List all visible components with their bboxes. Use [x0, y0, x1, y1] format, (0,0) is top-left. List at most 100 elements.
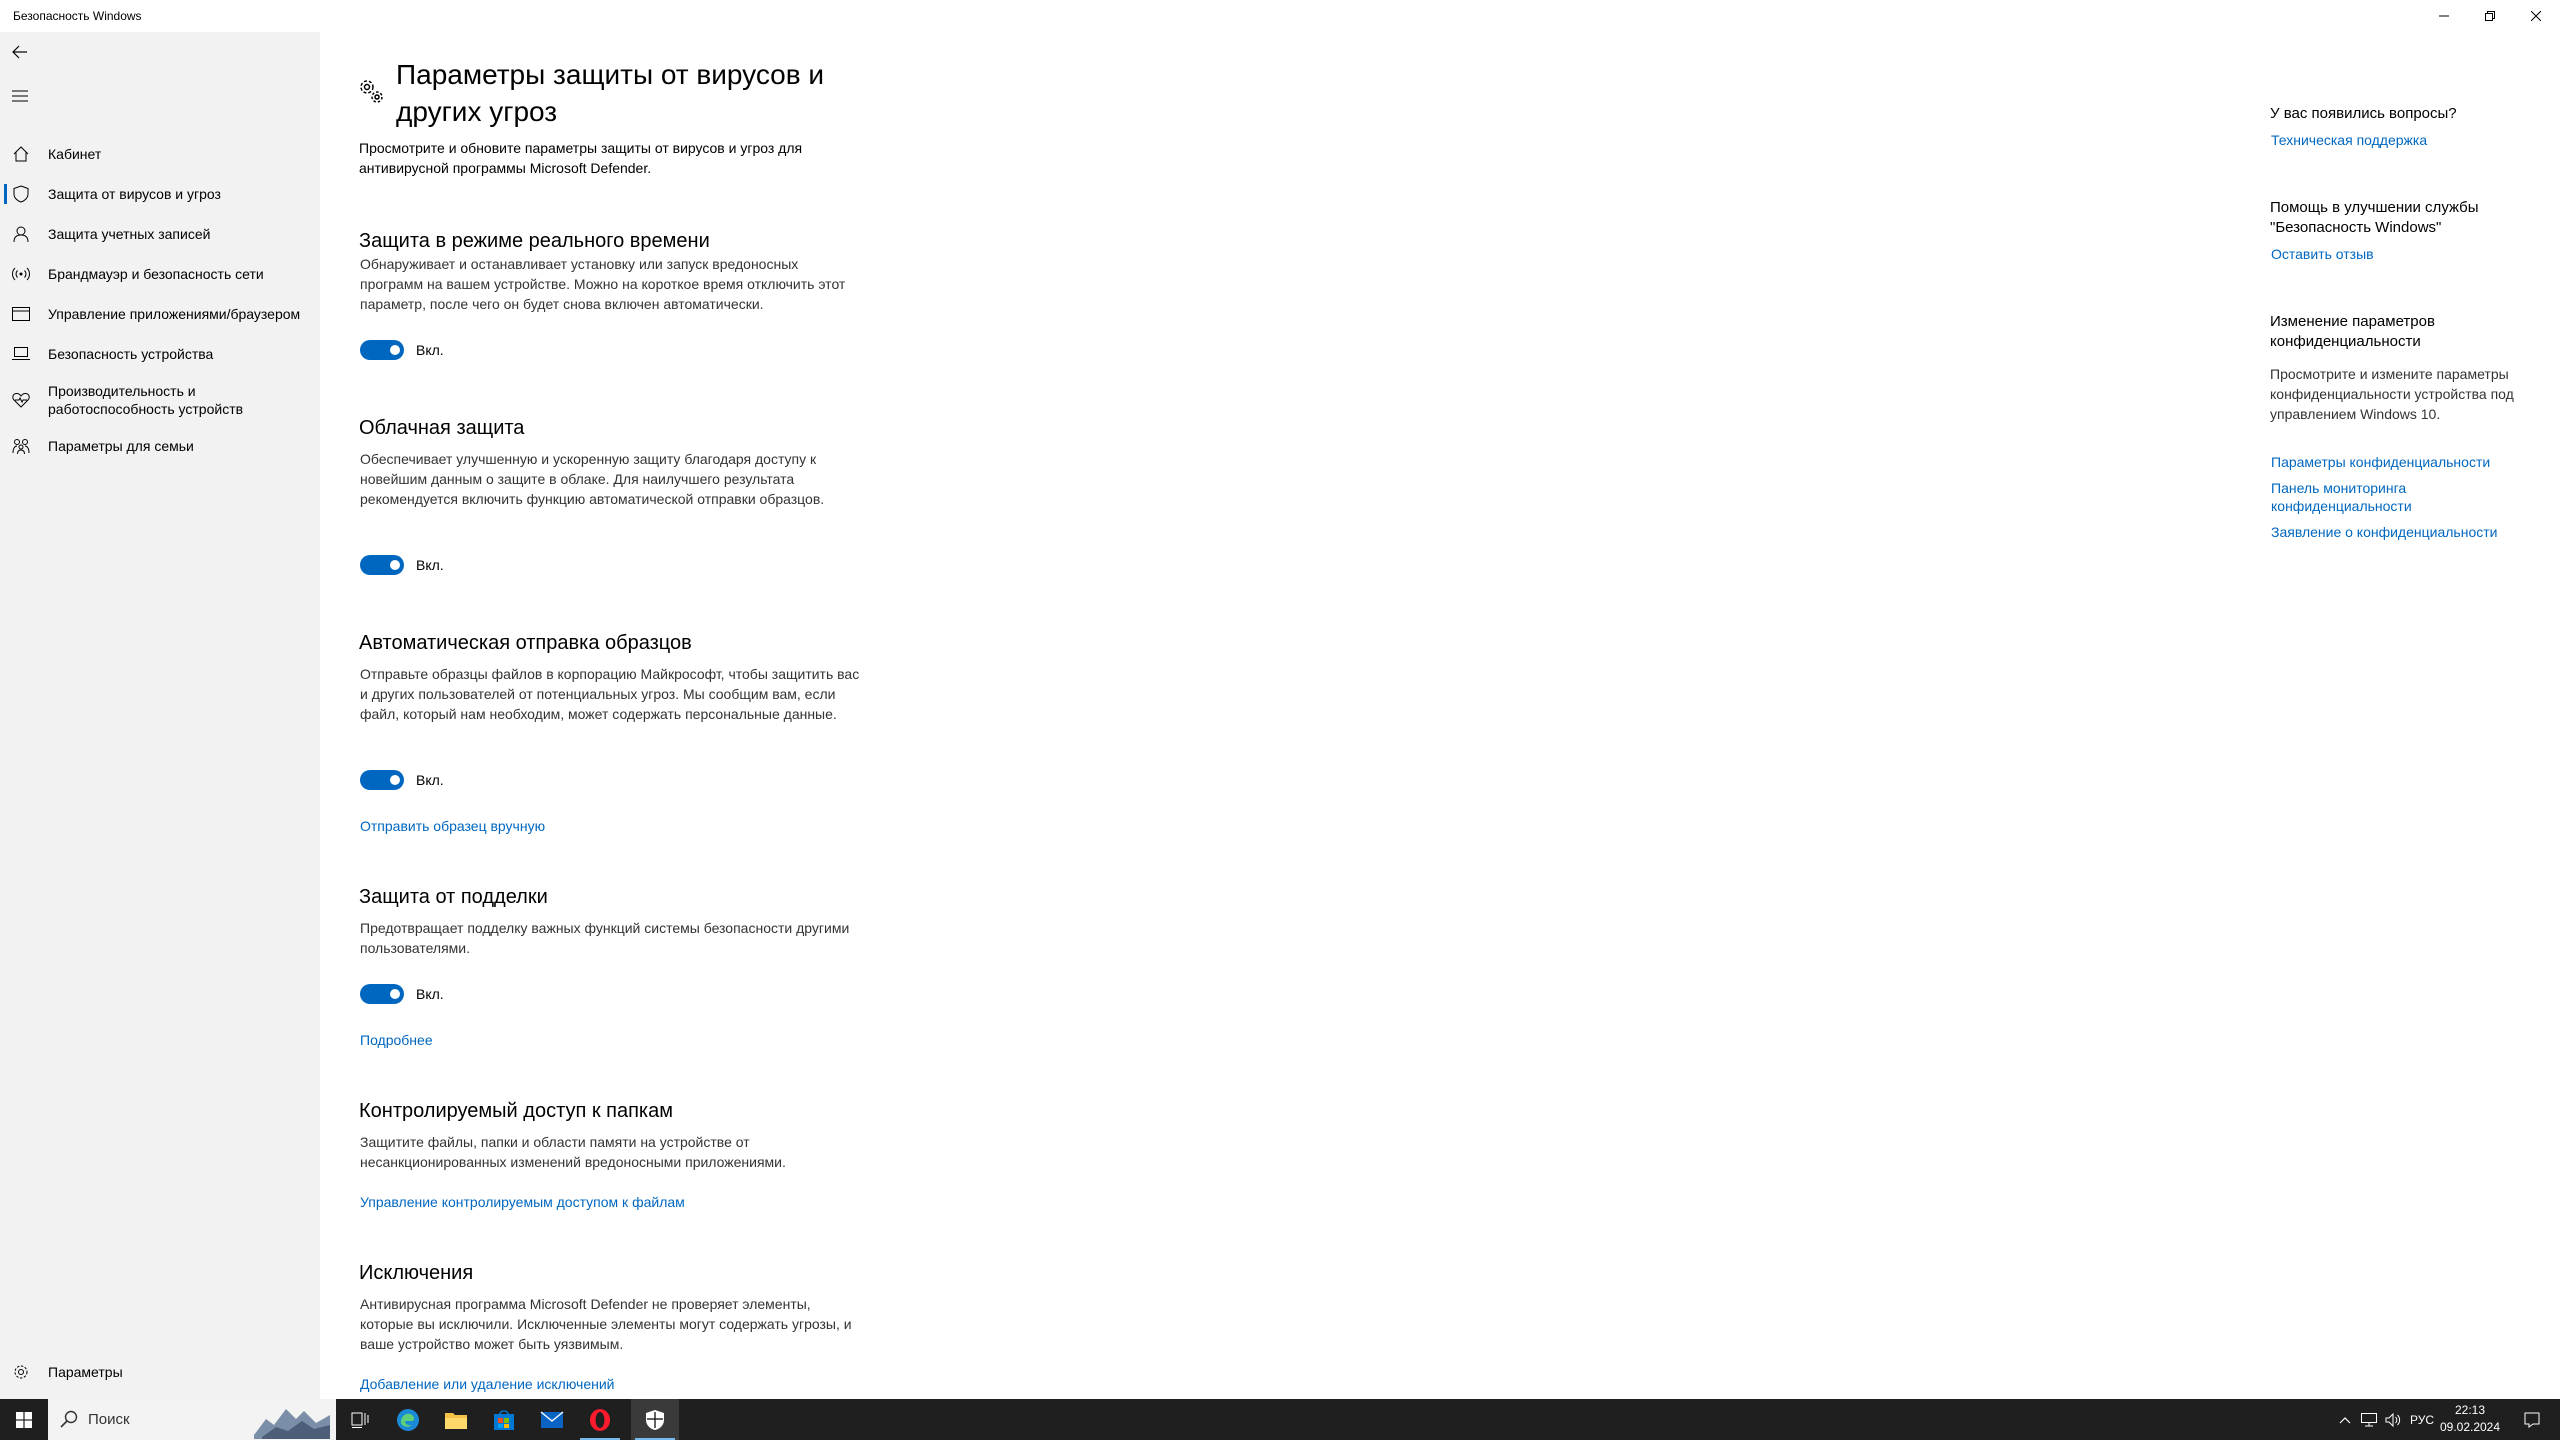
sidebar-item-label: Параметры — [48, 1364, 123, 1380]
privacy-settings-link[interactable]: Параметры конфиденциальности — [2271, 453, 2521, 471]
clock[interactable]: 22:13 09.02.2024 — [2430, 1402, 2510, 1436]
title-bar: Безопасность Windows — [0, 0, 2560, 32]
toggle-state-label: Вкл. — [416, 342, 444, 358]
tamper-protection-toggle[interactable] — [360, 984, 404, 1004]
file-explorer-icon — [445, 1412, 467, 1429]
main-content: Параметры защиты от вирусов и других угр… — [320, 32, 2220, 1399]
sample-submission-toggle[interactable] — [360, 770, 404, 790]
section-title-tamper-protection: Защита от подделки — [359, 886, 548, 908]
file-explorer-taskbar-button[interactable] — [432, 1399, 480, 1440]
active-indicator — [4, 184, 7, 204]
sidebar-item-family[interactable]: Параметры для семьи — [0, 426, 320, 466]
notification-center-button[interactable] — [2512, 1399, 2552, 1440]
back-button[interactable] — [0, 32, 40, 72]
sidebar-item-label: Параметры для семьи — [48, 438, 194, 454]
toggle-knob — [390, 989, 400, 999]
task-view-button[interactable] — [336, 1399, 384, 1440]
section-title-realtime: Защита в режиме реального времени — [359, 230, 710, 252]
sidebar-item-device-security[interactable]: Безопасность устройства — [0, 334, 320, 374]
close-button[interactable] — [2512, 0, 2560, 32]
sidebar-item-home[interactable]: Кабинет — [0, 134, 320, 174]
store-taskbar-button[interactable] — [480, 1399, 528, 1440]
feedback-link[interactable]: Оставить отзыв — [2271, 245, 2521, 263]
sidebar-item-virus-protection[interactable]: Защита от вирусов и угроз — [0, 174, 320, 214]
questions-heading: У вас появились вопросы? — [2270, 105, 2457, 122]
sidebar-item-settings[interactable]: Параметры — [0, 1352, 320, 1392]
laptop-icon — [12, 345, 30, 363]
sidebar-item-account-protection[interactable]: Защита учетных записей — [0, 214, 320, 254]
section-title-folder-access: Контролируемый доступ к папкам — [359, 1100, 673, 1122]
taskbar-search-box[interactable]: Поиск — [48, 1399, 336, 1440]
network-icon — [2361, 1412, 2377, 1426]
menu-button[interactable] — [0, 76, 40, 116]
learn-more-link[interactable]: Подробнее — [360, 1030, 433, 1050]
gear-icon — [12, 1363, 30, 1381]
start-button[interactable] — [0, 1399, 48, 1440]
windows-logo-icon — [16, 1411, 32, 1428]
section-description: Защитите файлы, папки и области памяти н… — [360, 1134, 786, 1170]
clock-date: 09.02.2024 — [2439, 1420, 2501, 1434]
minimize-icon — [2439, 15, 2449, 17]
tech-support-link[interactable]: Техническая поддержка — [2271, 131, 2521, 149]
minimize-button[interactable] — [2420, 0, 2468, 32]
edge-icon — [397, 1408, 419, 1431]
sidebar-item-app-browser[interactable]: Управление приложениями/браузером — [0, 294, 320, 334]
edge-taskbar-button[interactable] — [384, 1399, 432, 1440]
toggle-state-label: Вкл. — [416, 986, 444, 1002]
back-arrow-icon — [12, 45, 27, 59]
privacy-heading: Изменение параметров конфиденциальности — [2270, 313, 2435, 350]
chevron-up-icon — [2339, 1416, 2351, 1423]
app-browser-icon — [12, 305, 30, 323]
close-icon — [2531, 11, 2541, 21]
section-title-sample-submission: Автоматическая отправка образцов — [359, 632, 692, 654]
toggle-knob — [390, 560, 400, 570]
windows-security-icon — [646, 1409, 664, 1430]
opera-icon — [590, 1408, 610, 1431]
search-highlight-illustration-icon — [254, 1409, 330, 1439]
shield-icon — [12, 185, 30, 203]
notification-icon — [2524, 1412, 2540, 1428]
home-icon — [12, 145, 30, 163]
heart-icon — [12, 391, 30, 409]
sidebar-item-label: Производительность и работоспособность у… — [48, 383, 244, 417]
privacy-description: Просмотрите и измените параметры конфиде… — [2270, 366, 2514, 422]
store-icon — [494, 1409, 514, 1430]
opera-taskbar-button[interactable] — [576, 1399, 624, 1440]
tray-overflow-button[interactable] — [2334, 1399, 2356, 1440]
add-remove-exclusions-link[interactable]: Добавление или удаление исключений — [360, 1374, 615, 1394]
network-tray-button[interactable] — [2358, 1399, 2380, 1440]
windows-security-taskbar-button[interactable] — [631, 1399, 679, 1440]
task-view-icon — [351, 1412, 369, 1428]
restore-button[interactable] — [2466, 0, 2514, 32]
restore-icon — [2485, 11, 2495, 21]
realtime-protection-toggle[interactable] — [360, 340, 404, 360]
sidebar-item-firewall[interactable]: Брандмауэр и безопасность сети — [0, 254, 320, 294]
section-title-exclusions: Исключения — [359, 1262, 474, 1284]
sidebar-item-device-performance[interactable]: Производительность и работоспособность у… — [0, 374, 320, 426]
privacy-statement-link[interactable]: Заявление о конфиденциальности — [2271, 523, 2521, 541]
privacy-dashboard-link[interactable]: Панель мониторинга конфиденциальности — [2271, 479, 2451, 515]
gears-icon — [356, 76, 386, 106]
sidebar-item-label: Брандмауэр и безопасность сети — [48, 266, 264, 282]
search-placeholder: Поиск — [88, 1411, 130, 1428]
sidebar-item-label: Безопасность устройства — [48, 346, 214, 362]
section-description: Отправьте образцы файлов в корпорацию Ма… — [360, 666, 860, 722]
toggle-knob — [390, 345, 400, 355]
submit-sample-link[interactable]: Отправить образец вручную — [360, 816, 545, 836]
toggle-knob — [390, 775, 400, 785]
page-title: Параметры защиты от вирусов и других угр… — [396, 59, 825, 127]
sidebar-item-label: Защита учетных записей — [48, 226, 211, 242]
page-description: Просмотрите и обновите параметры защиты … — [359, 140, 803, 176]
sidebar-item-label: Защита от вирусов и угроз — [48, 186, 221, 202]
volume-tray-button[interactable] — [2382, 1399, 2404, 1440]
person-icon — [12, 225, 30, 243]
hamburger-icon — [12, 90, 28, 102]
improve-heading: Помощь в улучшении службы "Безопасность … — [2270, 199, 2479, 236]
cloud-protection-toggle[interactable] — [360, 555, 404, 575]
mail-taskbar-button[interactable] — [528, 1399, 576, 1440]
section-description: Антивирусная программа Microsoft Defende… — [360, 1296, 852, 1352]
sidebar: Кабинет Защита от вирусов и угроз Защита… — [0, 32, 320, 1399]
volume-icon — [2385, 1412, 2401, 1427]
sidebar-item-label: Кабинет — [48, 146, 102, 162]
manage-folder-access-link[interactable]: Управление контролируемым доступом к фай… — [360, 1192, 685, 1212]
